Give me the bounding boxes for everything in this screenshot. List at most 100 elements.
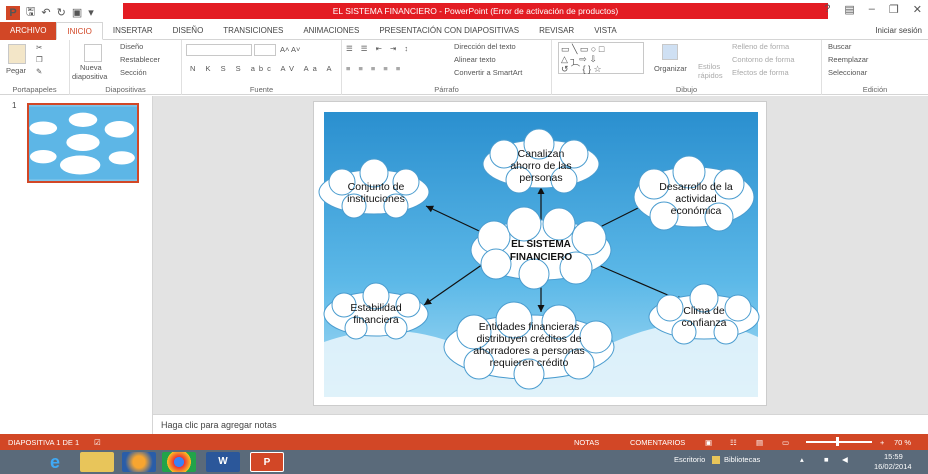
- new-slide-label-2[interactable]: diapositiva: [72, 72, 107, 81]
- firefox-icon[interactable]: [122, 452, 156, 472]
- redo-icon[interactable]: ↻: [57, 6, 66, 19]
- center-text-line-2: FINANCIERO: [510, 252, 572, 263]
- left-top-text-line-1: Conjunto de: [348, 181, 405, 193]
- internet-explorer-icon[interactable]: e: [38, 452, 72, 472]
- desktop-toolbar[interactable]: Escritorio: [674, 455, 705, 464]
- list-icons[interactable]: ☰ ☰ ⇤ ⇥ ↕: [346, 44, 411, 53]
- zoom-in-icon[interactable]: +: [880, 438, 884, 447]
- close-icon[interactable]: ✕: [913, 3, 922, 16]
- save-icon[interactable]: 🖫: [26, 3, 35, 22]
- shape-effects-button[interactable]: Efectos de forma: [732, 68, 789, 77]
- right-bottom-text-line-2: confianza: [682, 317, 727, 329]
- arrange-button[interactable]: Organizar: [654, 64, 687, 73]
- tray-expand-icon[interactable]: ▴: [800, 455, 804, 464]
- chrome-icon[interactable]: [162, 452, 196, 472]
- help-icon[interactable]: ?: [824, 3, 830, 16]
- group-label-paragraph: Párrafo: [434, 85, 459, 94]
- windows-taskbar: e W P Escritorio Bibliotecas ▴ ■ ◀ 15:59…: [0, 450, 928, 474]
- minimize-icon[interactable]: –: [869, 3, 875, 16]
- slide-thumbnail-number: 1: [12, 101, 17, 110]
- ribbon: Pegar ✂ ❐ ✎ Portapapeles Nueva diapositi…: [0, 40, 928, 95]
- bottom-text-line-2: distribuyen créditos de: [476, 333, 581, 345]
- quick-styles-label-1[interactable]: Estilos: [698, 62, 720, 71]
- smartart-button[interactable]: Convertir a SmartArt: [454, 68, 522, 77]
- select-button[interactable]: Seleccionar: [828, 68, 867, 77]
- spellcheck-icon[interactable]: ☑: [94, 438, 101, 447]
- quick-styles-label-2[interactable]: rápidos: [698, 71, 723, 80]
- restore-icon[interactable]: ❐: [889, 3, 899, 16]
- tab-vista[interactable]: VISTA: [584, 22, 627, 40]
- comments-toggle[interactable]: COMENTARIOS: [630, 438, 685, 447]
- ribbon-display-icon[interactable]: ▤: [844, 3, 854, 16]
- notes-toggle[interactable]: NOTAS: [574, 438, 599, 447]
- group-drawing: ▭ ╲ ▭ ○ □ △ ┐ ⇨ ⇩ ↺ ⌒ { } ☆ Organizar Esti…: [552, 40, 822, 95]
- tab-revisar[interactable]: REVISAR: [529, 22, 584, 40]
- customize-qat-icon[interactable]: ▾: [88, 6, 94, 19]
- format-painter-icon[interactable]: ✎: [36, 67, 42, 76]
- copy-icon[interactable]: ❐: [36, 55, 43, 64]
- zoom-level[interactable]: 70 %: [894, 438, 911, 447]
- section-button[interactable]: Sección: [120, 68, 147, 77]
- tab-inicio[interactable]: INICIO: [56, 21, 103, 40]
- align-icons[interactable]: ≡ ≡ ≡ ≡ ≡: [346, 64, 403, 73]
- start-slideshow-icon[interactable]: ▣: [72, 6, 82, 19]
- center-text-line-1: EL SISTEMA: [511, 239, 571, 250]
- powerpoint-app-icon[interactable]: P: [6, 5, 20, 20]
- group-font: A˄ A˅ N K S S abc AV Aa A Fuente: [182, 40, 342, 95]
- group-label-drawing: Dibujo: [675, 85, 698, 94]
- font-grow-icon[interactable]: A˄ A˅: [280, 45, 300, 54]
- undo-icon[interactable]: ↶: [41, 6, 50, 19]
- cut-icon[interactable]: ✂: [36, 43, 42, 52]
- reset-button[interactable]: Restablecer: [120, 55, 160, 64]
- clock-date[interactable]: 16/02/2014: [874, 462, 912, 471]
- tab-archivo[interactable]: ARCHIVO: [0, 21, 57, 40]
- tab-transiciones[interactable]: TRANSICIONES: [213, 22, 293, 40]
- replace-button[interactable]: Reemplazar: [828, 55, 868, 64]
- network-icon[interactable]: ■: [824, 455, 829, 464]
- clock-time[interactable]: 15:59: [884, 452, 903, 461]
- new-slide-label-1[interactable]: Nueva: [80, 63, 102, 72]
- tab-diseno[interactable]: DISEÑO: [163, 22, 214, 40]
- word-icon[interactable]: W: [206, 452, 240, 472]
- text-direction-button[interactable]: Dirección del texto: [454, 42, 516, 51]
- top-text-line-3: personas: [519, 172, 562, 184]
- slide-canvas[interactable]: EL SISTEMA FINANCIERO Canalizan ahorro d…: [313, 101, 767, 406]
- tab-insertar[interactable]: INSERTAR: [103, 22, 163, 40]
- shapes-gallery[interactable]: ▭ ╲ ▭ ○ □ △ ┐ ⇨ ⇩ ↺ ⌒ { } ☆: [558, 42, 644, 74]
- libraries-toolbar[interactable]: Bibliotecas: [724, 455, 760, 464]
- paste-button[interactable]: Pegar: [6, 66, 26, 75]
- sign-in-link[interactable]: Iniciar sesión: [875, 26, 922, 35]
- quick-access-toolbar: P 🖫 ↶ ↻ ▣ ▾: [6, 3, 94, 22]
- align-text-button[interactable]: Alinear texto: [454, 55, 496, 64]
- find-button[interactable]: Buscar: [828, 42, 851, 51]
- layout-button[interactable]: Diseño: [120, 42, 143, 51]
- zoom-slider-thumb[interactable]: [836, 437, 839, 446]
- arrange-icon[interactable]: [662, 44, 678, 60]
- shape-outline-button[interactable]: Contorno de forma: [732, 55, 795, 64]
- slide-sorter-icon[interactable]: ☷: [730, 438, 737, 447]
- file-explorer-icon[interactable]: [80, 452, 114, 472]
- notes-pane[interactable]: Haga clic para agregar notas: [153, 414, 928, 434]
- top-text-line-2: ahorro de las: [510, 160, 571, 172]
- slideshow-icon[interactable]: ▭: [782, 438, 789, 447]
- tab-presentacion[interactable]: PRESENTACIÓN CON DIAPOSITIVAS: [369, 22, 529, 40]
- bottom-text-line-1: Entidades financieras: [479, 321, 579, 333]
- font-format-icons[interactable]: N K S S abc AV Aa A: [190, 64, 336, 73]
- powerpoint-taskbar-icon[interactable]: P: [250, 452, 284, 472]
- shape-fill-button[interactable]: Relleno de forma: [732, 42, 789, 51]
- font-family-select[interactable]: [186, 44, 252, 56]
- left-top-text-line-2: instituciones: [347, 193, 405, 205]
- notes-placeholder[interactable]: Haga clic para agregar notas: [161, 420, 277, 430]
- volume-icon[interactable]: ◀: [842, 455, 848, 464]
- group-slides: Nueva diapositiva Diseño Restablecer Sec…: [70, 40, 182, 95]
- group-label-font: Fuente: [249, 85, 274, 94]
- reading-view-icon[interactable]: ▤: [756, 438, 763, 447]
- slide-thumbnail[interactable]: [27, 103, 139, 183]
- normal-view-icon[interactable]: ▣: [705, 438, 712, 447]
- ribbon-tabs: ARCHIVO INICIO INSERTAR DISEÑO TRANSICIO…: [0, 21, 928, 40]
- paste-icon[interactable]: [8, 44, 26, 64]
- zoom-slider[interactable]: [806, 441, 872, 443]
- font-size-select[interactable]: [254, 44, 276, 56]
- new-slide-icon[interactable]: [84, 44, 102, 62]
- tab-animaciones[interactable]: ANIMACIONES: [293, 22, 369, 40]
